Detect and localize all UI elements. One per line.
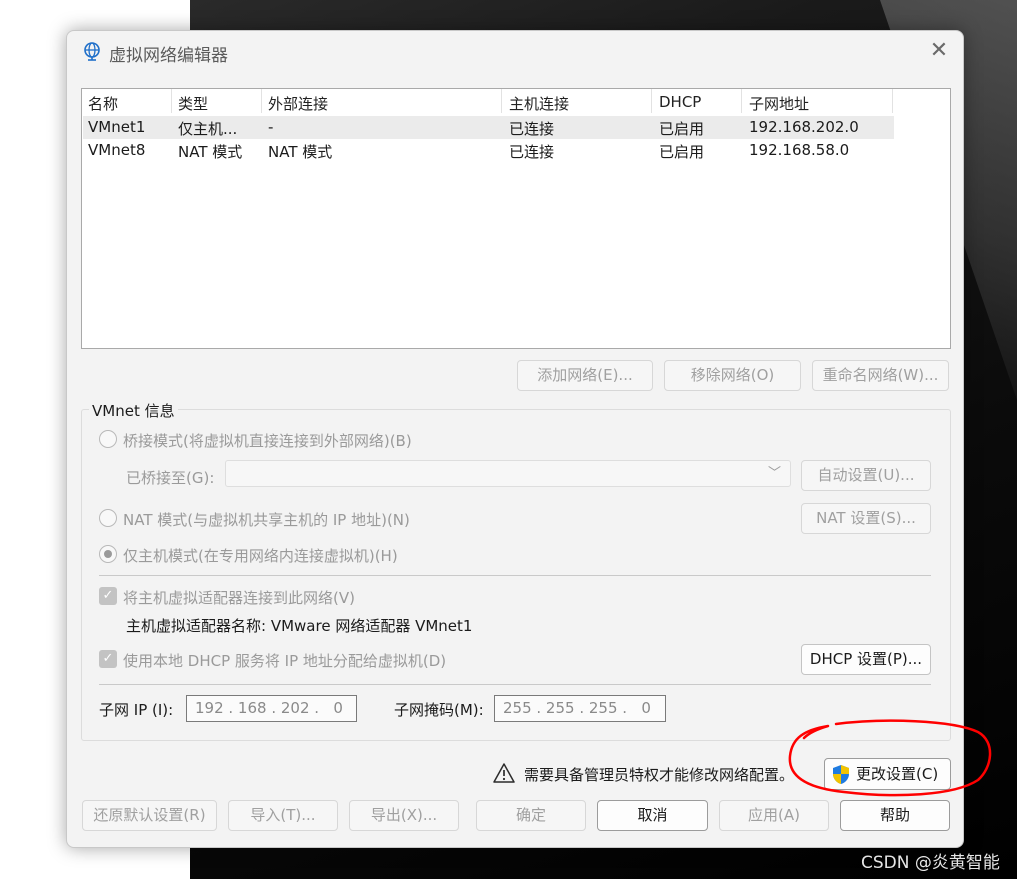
host-only-mode-radio[interactable] [99, 545, 117, 563]
bridged-to-label: 已桥接至(G): [126, 469, 215, 487]
help-button[interactable]: 帮助 [840, 800, 950, 831]
bridge-mode-radio[interactable] [99, 430, 117, 448]
cell-name: VMnet8 [88, 141, 146, 159]
window-title: 虚拟网络编辑器 [109, 46, 228, 66]
remove-network-button[interactable]: 移除网络(O) [664, 360, 801, 391]
column-header-host-connection[interactable]: 主机连接 [509, 93, 569, 114]
import-button[interactable]: 导入(T)... [228, 800, 338, 831]
rename-network-button[interactable]: 重命名网络(W)... [812, 360, 949, 391]
auto-settings-button[interactable]: 自动设置(U)... [801, 460, 931, 491]
cell-type: NAT 模式 [178, 143, 243, 161]
column-divider [501, 89, 502, 113]
table-row[interactable]: VMnet1 仅主机... - 已连接 已启用 192.168.202.0 [83, 116, 894, 139]
dhcp-settings-button[interactable]: DHCP 设置(P)... [801, 644, 931, 675]
column-divider [741, 89, 742, 113]
column-header-type[interactable]: 类型 [178, 93, 208, 114]
change-settings-button[interactable]: 更改设置(C) [824, 758, 951, 790]
table-row[interactable]: VMnet8 NAT 模式 NAT 模式 已连接 已启用 192.168.58.… [83, 139, 894, 162]
check-icon: ✓ [102, 651, 114, 666]
column-divider [651, 89, 652, 113]
bridged-to-select[interactable] [225, 460, 791, 487]
connect-adapter-checkbox[interactable]: ✓ [99, 587, 117, 605]
warning-icon [493, 763, 515, 783]
column-divider [261, 89, 262, 113]
column-header-external[interactable]: 外部连接 [268, 93, 328, 114]
close-icon: ✕ [929, 38, 949, 63]
cell-subnet: 192.168.58.0 [749, 141, 850, 159]
vmnet-info-title: VMnet 信息 [89, 400, 178, 421]
adapter-name-text: 主机虚拟适配器名称: VMware 网络适配器 VMnet1 [126, 617, 473, 635]
connect-adapter-label[interactable]: 将主机虚拟适配器连接到此网络(V) [123, 587, 355, 608]
cell-type: 仅主机... [178, 120, 238, 138]
cell-host-connection: 已连接 [509, 120, 555, 138]
cell-host-connection: 已连接 [509, 143, 555, 161]
use-dhcp-checkbox[interactable]: ✓ [99, 650, 117, 668]
restore-defaults-button[interactable]: 还原默认设置(R) [82, 800, 217, 831]
cell-dhcp: 已启用 [659, 143, 705, 161]
column-header-dhcp[interactable]: DHCP [659, 93, 701, 111]
cell-name: VMnet1 [88, 118, 146, 136]
close-button[interactable]: ✕ [925, 37, 953, 65]
cancel-button[interactable]: 取消 [597, 800, 708, 831]
nat-mode-label[interactable]: NAT 模式(与虚拟机共享主机的 IP 地址)(N) [123, 509, 410, 530]
cell-external: NAT 模式 [268, 143, 333, 161]
apply-button[interactable]: 应用(A) [719, 800, 829, 831]
bridge-mode-label[interactable]: 桥接模式(将虚拟机直接连接到外部网络)(B) [123, 430, 412, 451]
column-divider [171, 89, 172, 113]
subnet-mask-label: 子网掩码(M): [394, 701, 484, 719]
add-network-button[interactable]: 添加网络(E)... [517, 360, 653, 391]
divider [99, 684, 931, 685]
cell-dhcp: 已启用 [659, 120, 705, 138]
network-list[interactable]: 名称 类型 外部连接 主机连接 DHCP 子网地址 VMnet1 仅主机... … [81, 88, 951, 349]
watermark: CSDN @炎黄智能 [861, 853, 1000, 873]
column-divider [892, 89, 893, 113]
globe-icon [84, 42, 100, 61]
nat-settings-button[interactable]: NAT 设置(S)... [801, 503, 931, 534]
virtual-network-editor-dialog: 虚拟网络编辑器 ✕ 名称 类型 外部连接 主机连接 DHCP 子网地址 VMne… [66, 30, 964, 848]
subnet-mask-input[interactable]: 255 . 255 . 255 . 0 [494, 695, 666, 722]
ok-button[interactable]: 确定 [476, 800, 586, 831]
use-dhcp-label[interactable]: 使用本地 DHCP 服务将 IP 地址分配给虚拟机(D) [123, 650, 446, 671]
check-icon: ✓ [102, 588, 114, 603]
export-button[interactable]: 导出(X)... [349, 800, 459, 831]
uac-shield-icon [833, 765, 849, 784]
cell-subnet: 192.168.202.0 [749, 118, 859, 136]
cell-external: - [268, 118, 274, 136]
change-settings-label: 更改设置(C) [856, 765, 939, 783]
column-header-name[interactable]: 名称 [88, 93, 118, 114]
admin-required-notice: 需要具备管理员特权才能修改网络配置。 [524, 766, 795, 784]
subnet-ip-input[interactable]: 192 . 168 . 202 . 0 [186, 695, 357, 722]
subnet-ip-label: 子网 IP (I): [99, 701, 174, 719]
chevron-down-icon: ﹀ [768, 466, 782, 481]
host-only-mode-label[interactable]: 仅主机模式(在专用网络内连接虚拟机)(H) [123, 545, 398, 566]
column-header-subnet[interactable]: 子网地址 [749, 93, 809, 114]
divider [99, 575, 931, 576]
nat-mode-radio[interactable] [99, 509, 117, 527]
